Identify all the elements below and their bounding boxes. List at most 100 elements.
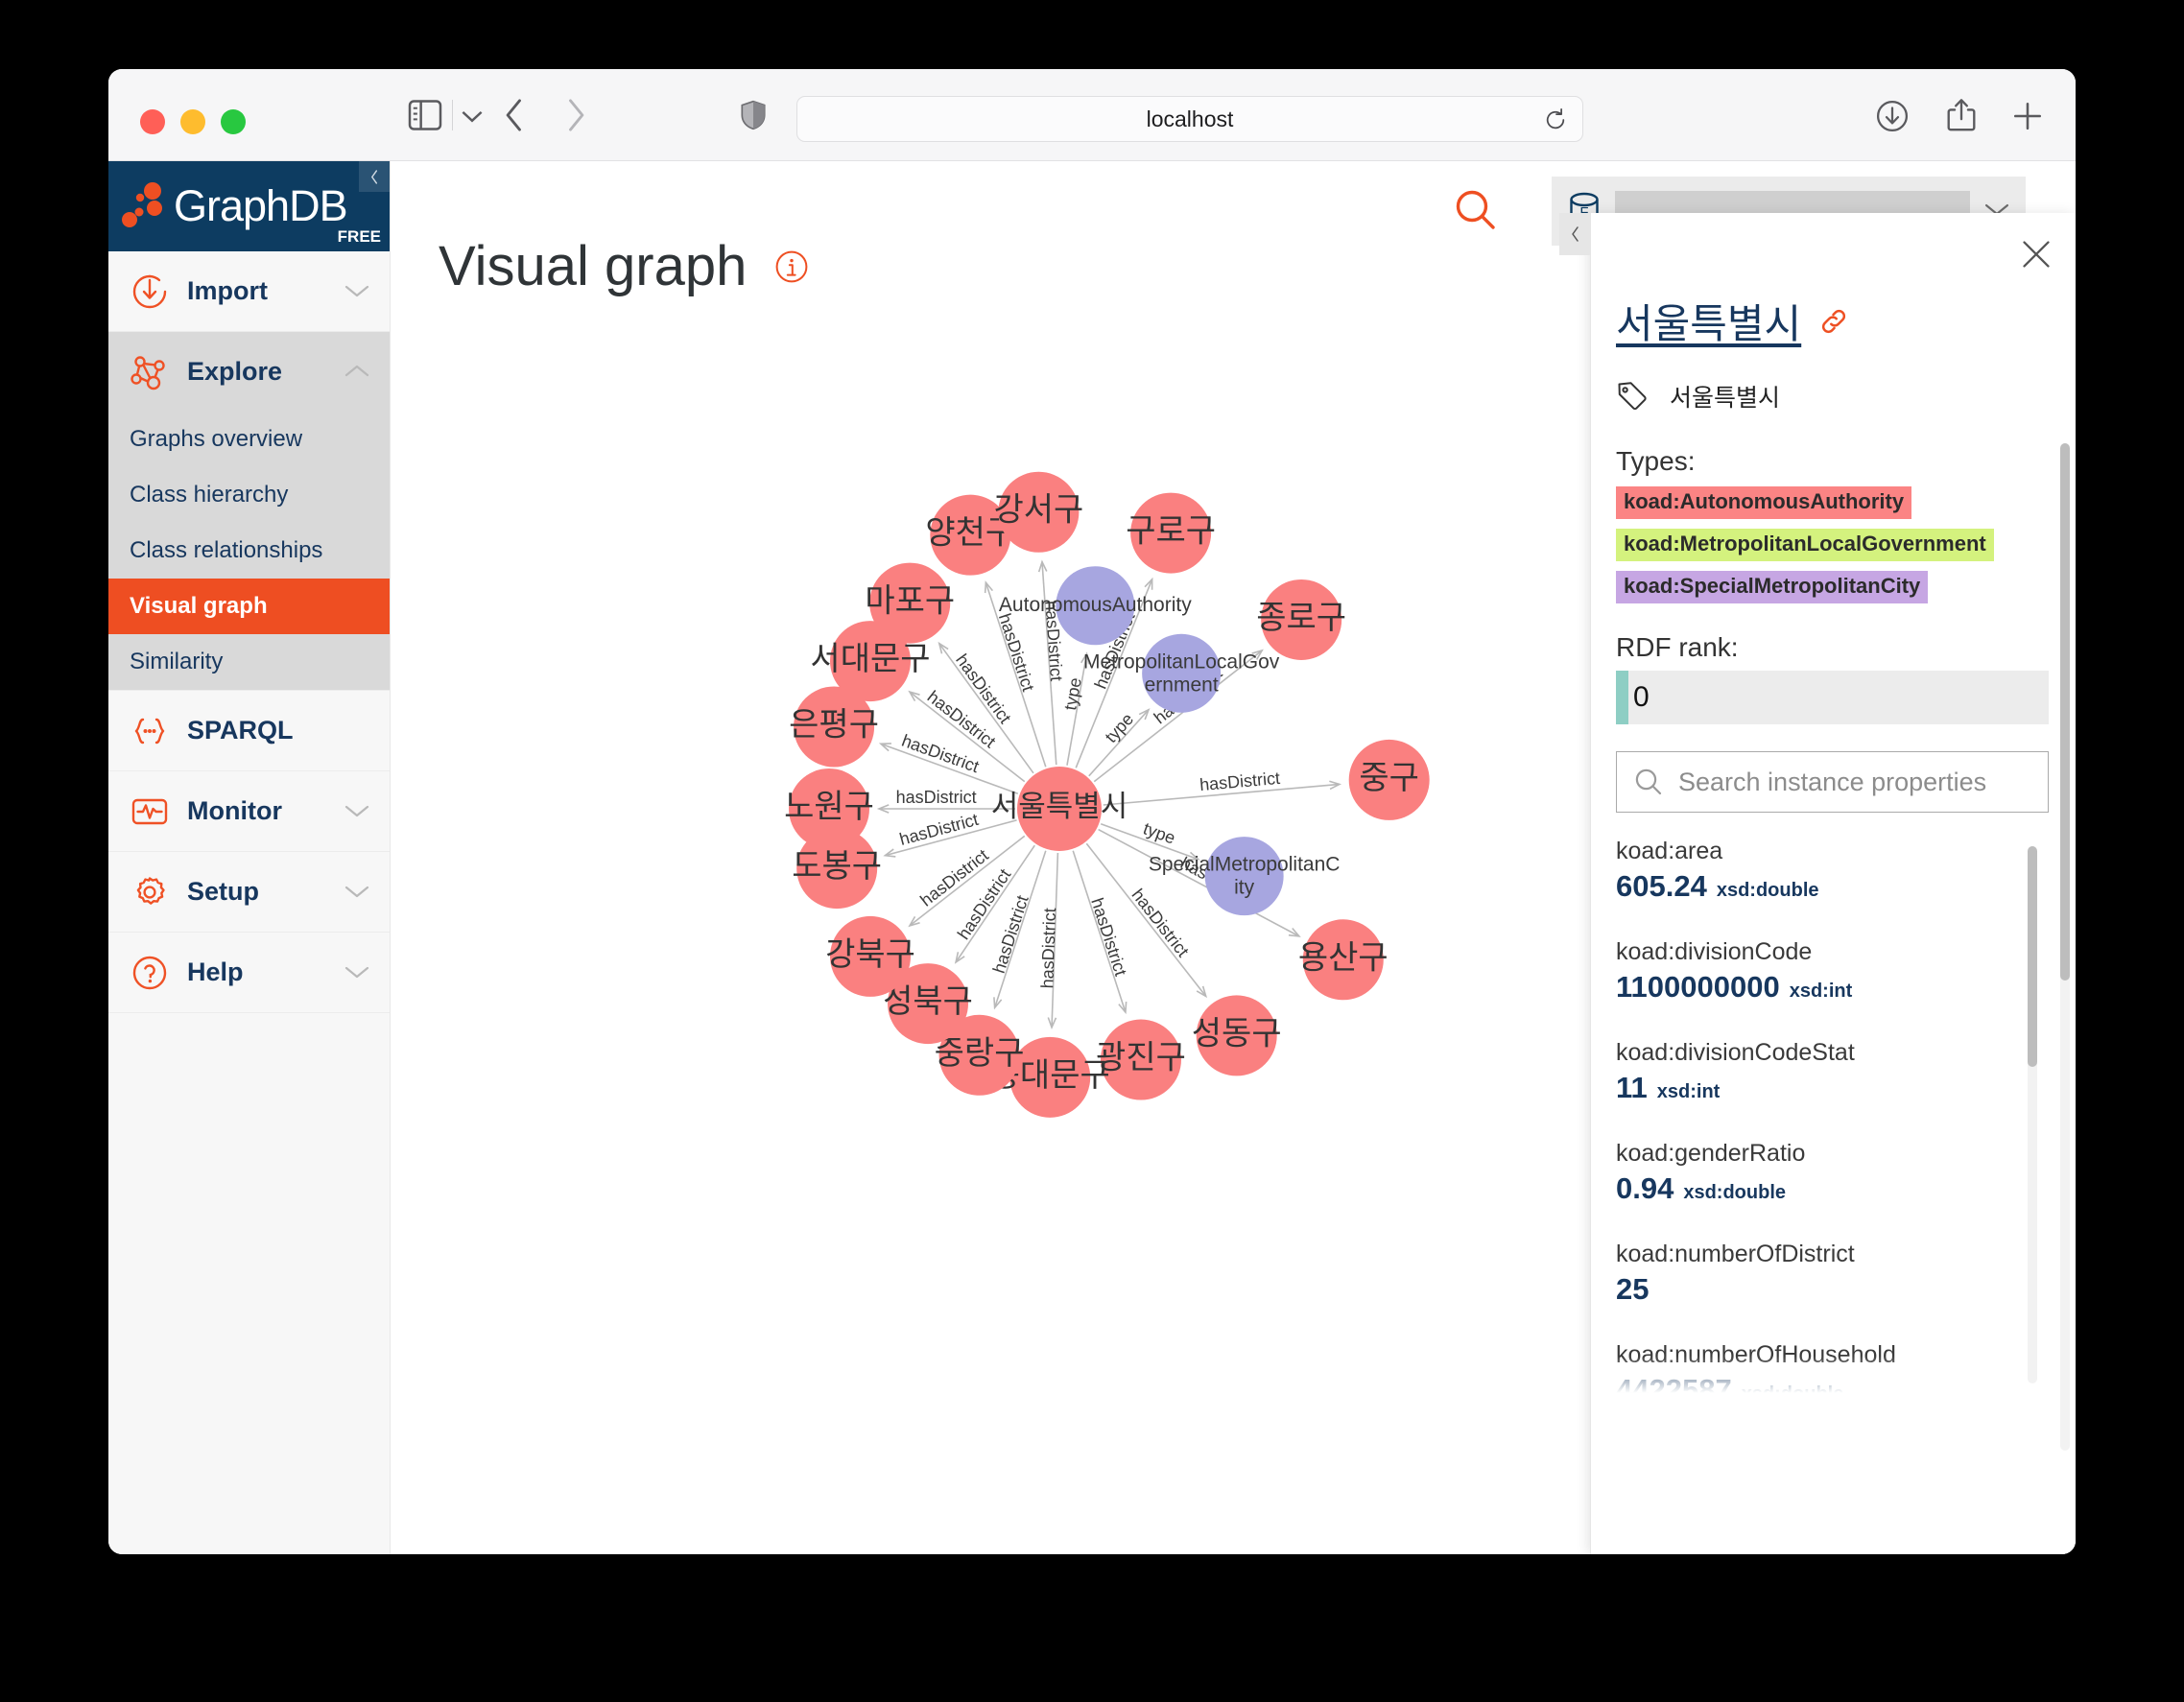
import-icon	[130, 272, 170, 312]
property-datatype: xsd:int	[1789, 981, 1853, 1002]
sidebar-toggle-icon[interactable]	[408, 100, 442, 130]
sidebar-item-import[interactable]: Import	[108, 251, 390, 331]
entity-title-row: 서울특별시	[1616, 292, 2049, 350]
graph-nodes-layer[interactable]: 양천구강서구구로구종로구중구용산구성동구광진구동대문구중랑구성북구강북구도봉구노…	[784, 471, 1430, 1118]
sidebar-collapse-button[interactable]	[359, 161, 390, 192]
monitor-pulse-icon	[130, 792, 170, 832]
edition-badge: FREE	[337, 227, 381, 246]
chevron-down-icon[interactable]	[344, 283, 370, 300]
nav-back-icon[interactable]	[498, 98, 531, 132]
property-value: 605.24	[1616, 869, 1707, 903]
sidebar-group-sparql: SPARQL	[108, 691, 390, 771]
sidebar-subitem-label: Class relationships	[130, 537, 323, 563]
property-key: koad:divisionCode	[1616, 938, 1813, 965]
rdf-rank-heading: RDF rank:	[1616, 632, 1739, 662]
graph-node-label: 종로구	[1256, 600, 1346, 636]
download-icon[interactable]	[1876, 100, 1909, 132]
property-datatype: xsd:double	[1716, 880, 1819, 901]
sidebar-item-label: SPARQL	[187, 716, 294, 745]
property-item: koad:numberOfHousehold 4422587 xsd:double	[1616, 1341, 2049, 1407]
property-list: koad:area 605.24 xsd:double koad:divisionCo…	[1616, 838, 2049, 1407]
reload-icon[interactable]	[1544, 108, 1567, 131]
info-panel-collapse-button[interactable]	[1559, 213, 1591, 255]
graph-node-label: 서대문구	[810, 641, 930, 677]
share-icon[interactable]	[1946, 98, 1977, 132]
graph-node-label: 구로구	[1126, 513, 1216, 550]
chevron-down-icon[interactable]	[462, 106, 483, 127]
graph-edge-label: hasDistrict	[897, 810, 980, 849]
link-icon[interactable]	[1818, 306, 1849, 337]
entity-label: 서울특별시	[1670, 385, 1781, 412]
property-item: koad:divisionCode 1100000000 xsd:int	[1616, 938, 2049, 1005]
shield-icon[interactable]	[740, 100, 767, 130]
sidebar-group-setup: Setup	[108, 852, 390, 933]
property-key: koad:divisionCodeStat	[1616, 1039, 1855, 1066]
question-circle-icon	[130, 953, 170, 993]
search-icon[interactable]	[1454, 188, 1498, 232]
property-value-row: 1100000000 xsd:int	[1616, 970, 2049, 1005]
toolbar-divider	[452, 100, 453, 130]
window-minimize-button[interactable]	[180, 109, 205, 134]
window-close-button[interactable]	[140, 109, 165, 134]
chevron-down-icon[interactable]	[344, 964, 370, 981]
property-datatype: xsd:double	[1683, 1182, 1787, 1203]
panel-scrollbar-thumb[interactable]	[2060, 443, 2070, 981]
graph-node-label: 중구	[1359, 760, 1419, 796]
sidebar-item-label: Setup	[187, 877, 260, 906]
window-maximize-button[interactable]	[221, 109, 246, 134]
graph-node-center-label: 서울특별시	[991, 790, 1128, 823]
graph-node-label: 마포구	[865, 583, 955, 620]
property-datatype: xsd:int	[1656, 1081, 1721, 1102]
chevron-down-icon[interactable]	[344, 884, 370, 901]
browser-window: localhost GraphDB FREE Import Explore Gr…	[108, 69, 2076, 1554]
sidebar-item-class-relationships[interactable]: Class relationships	[108, 523, 390, 579]
type-chip[interactable]: koad:SpecialMetropolitanCity	[1616, 571, 1929, 603]
graph-edge-label: hasDistrict	[1087, 895, 1130, 978]
property-search-box[interactable]: Search instance properties	[1616, 751, 2049, 813]
type-chip[interactable]: koad:AutonomousAuthority	[1616, 486, 1912, 519]
graph-node-label: 도봉구	[792, 848, 882, 885]
chevron-down-icon[interactable]	[344, 803, 370, 820]
sidebar-item-class-hierarchy[interactable]: Class hierarchy	[108, 467, 390, 523]
search-input[interactable]: Search instance properties	[1678, 768, 1986, 797]
address-bar[interactable]: localhost	[796, 96, 1583, 142]
info-circle-icon[interactable]	[775, 250, 808, 283]
info-panel-scroll[interactable]: 서울특별시 서울특별시 Types: koad:AutonomousAuthor…	[1591, 274, 2076, 1554]
sidebar-item-monitor[interactable]: Monitor	[108, 771, 390, 851]
brand-name: GraphDB	[174, 181, 348, 230]
sidebar-subitem-label: Visual graph	[130, 593, 268, 619]
property-value: 0.94	[1616, 1171, 1674, 1205]
sidebar-item-setup[interactable]: Setup	[108, 852, 390, 932]
plus-icon[interactable]	[2011, 100, 2044, 132]
properties-scrollbar-thumb[interactable]	[2028, 846, 2037, 1067]
sidebar-item-graphs-overview[interactable]: Graphs overview	[108, 412, 390, 467]
type-chip[interactable]: koad:MetropolitanLocalGovernment	[1616, 529, 1994, 561]
nav-forward-icon[interactable]	[559, 98, 592, 132]
property-value: 25	[1616, 1272, 1650, 1306]
graph-node-label: 노원구	[784, 789, 874, 825]
sidebar-subitem-label: Similarity	[130, 649, 224, 674]
sidebar-group-help: Help	[108, 933, 390, 1013]
graph-edge-label: type	[1141, 818, 1178, 847]
property-value-row: 605.24 xsd:double	[1616, 869, 2049, 904]
sidebar-item-similarity[interactable]: Similarity	[108, 634, 390, 690]
sidebar-item-help[interactable]: Help	[108, 933, 390, 1012]
tag-icon	[1616, 380, 1649, 413]
graph-edge-label: hasDistrict	[989, 893, 1033, 976]
close-icon[interactable]	[2020, 238, 2053, 271]
chevron-up-icon[interactable]	[344, 364, 370, 381]
sidebar-item-label: Monitor	[187, 796, 282, 825]
sidebar-item-sparql[interactable]: SPARQL	[108, 691, 390, 770]
property-item: koad:area 605.24 xsd:double	[1616, 838, 2049, 904]
entity-title[interactable]: 서울특별시	[1616, 292, 1801, 350]
graph-node-label: 중랑구	[935, 1035, 1025, 1072]
graph-node-label: 성북구	[883, 983, 973, 1020]
sidebar-item-label: Help	[187, 957, 244, 986]
main-content: hasDistrict hasDistrict hasDistrict hasDist…	[391, 161, 2076, 1554]
types-heading: Types:	[1616, 446, 1696, 476]
sidebar-item-visual-graph[interactable]: Visual graph	[108, 579, 390, 634]
graph-edge-label: hasDistrict	[1037, 908, 1059, 989]
explore-graph-icon	[130, 352, 170, 392]
sidebar-item-explore[interactable]: Explore	[108, 332, 390, 412]
sidebar-group-explore: Explore Graphs overview Class hierarchy …	[108, 332, 390, 691]
